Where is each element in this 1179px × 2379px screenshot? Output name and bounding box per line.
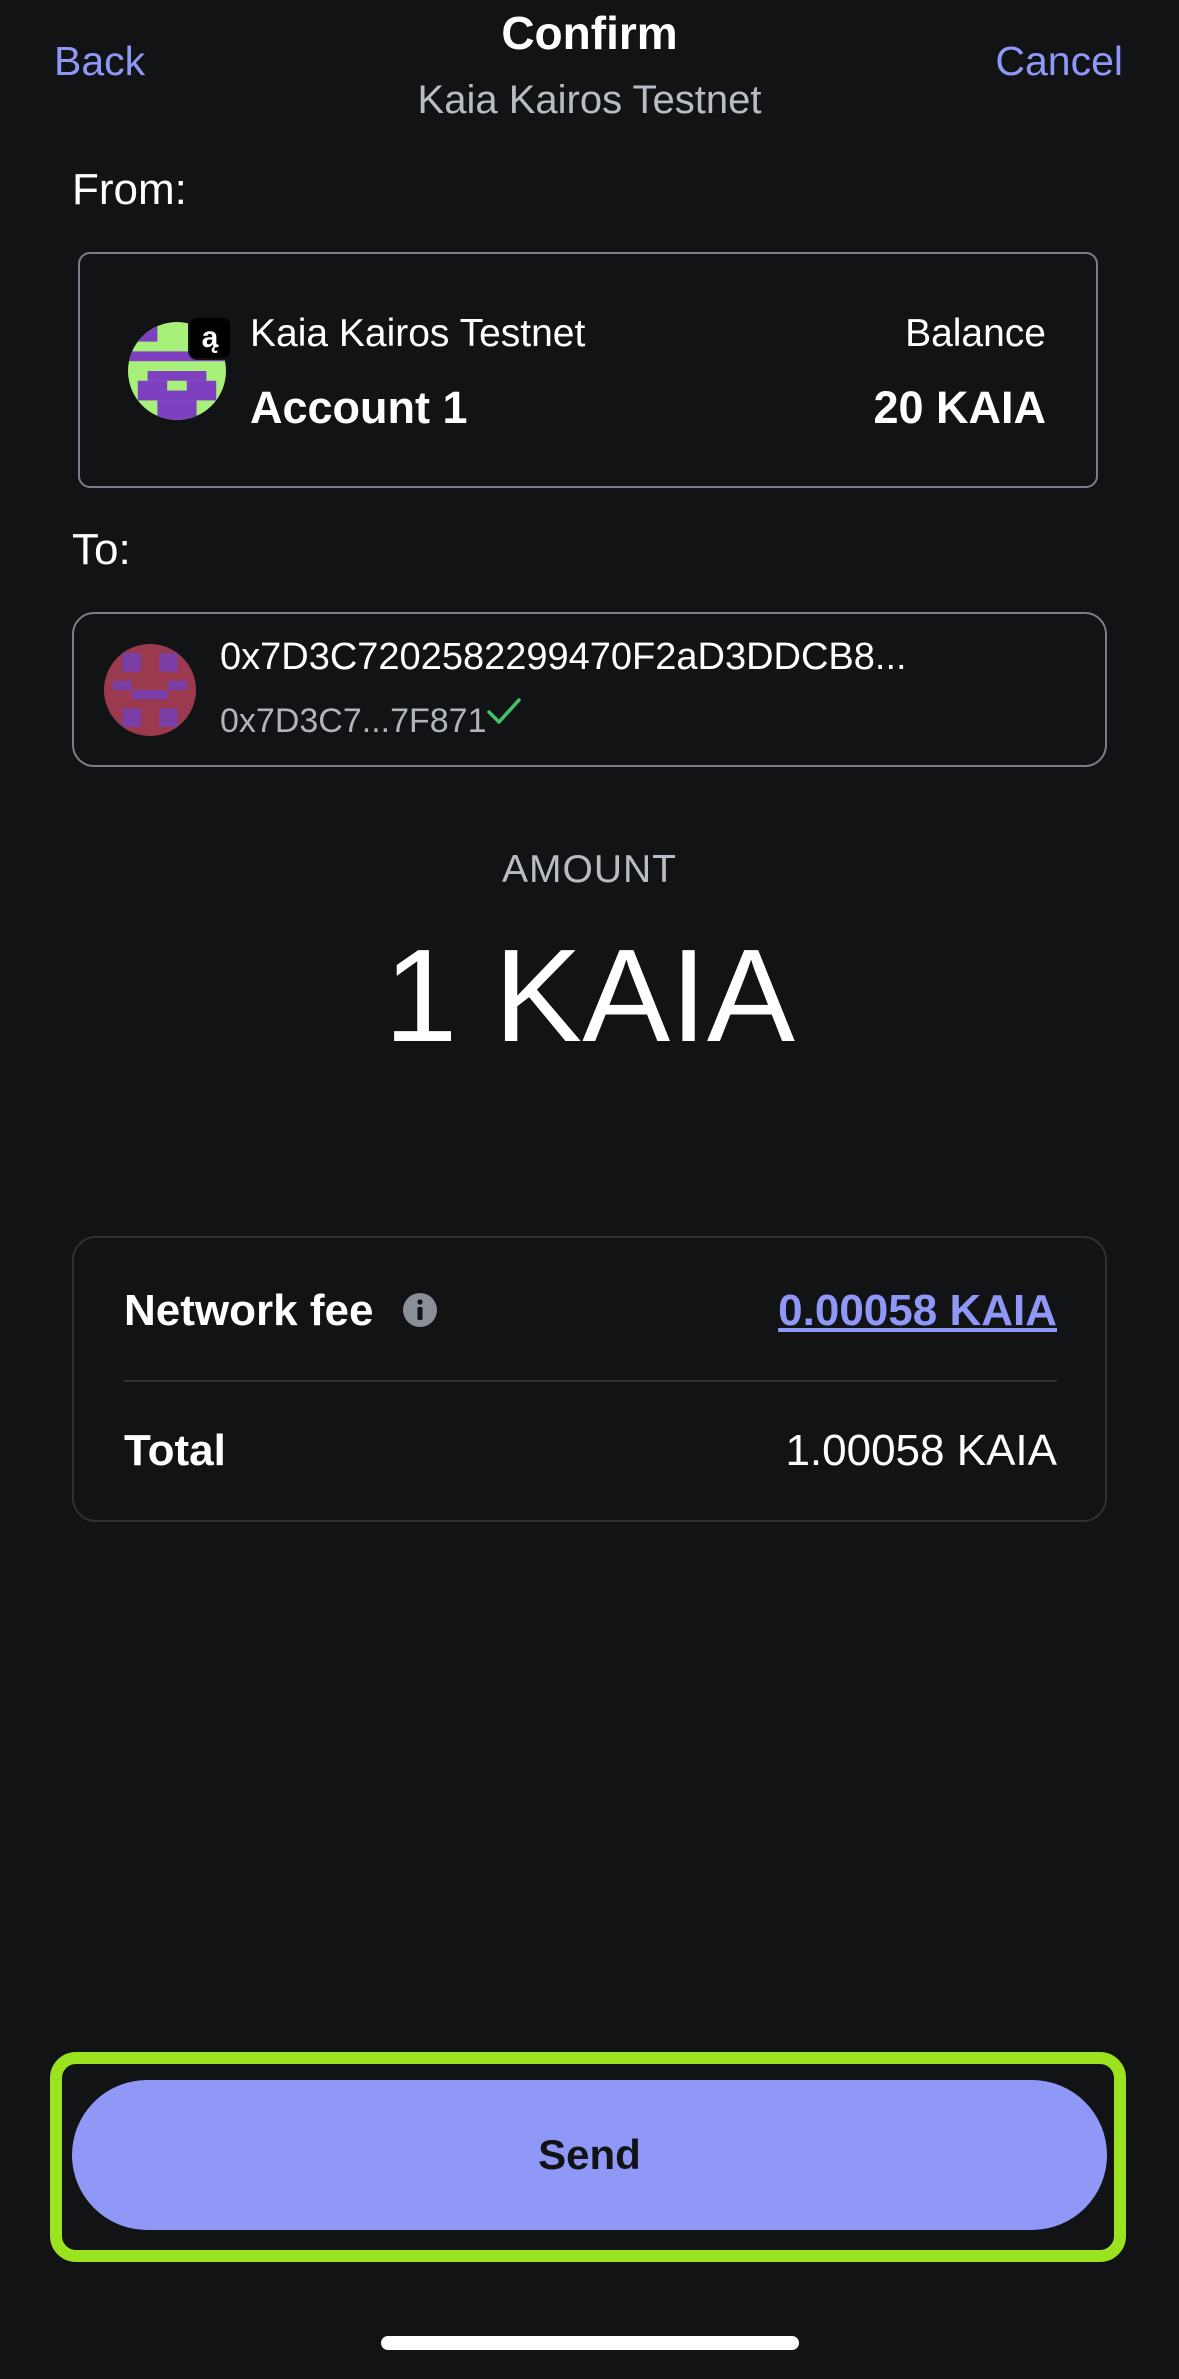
network-fee-label: Network fee — [124, 1286, 374, 1335]
cancel-button[interactable]: Cancel — [995, 38, 1123, 85]
home-indicator[interactable] — [381, 2336, 799, 2350]
from-network-name: Kaia Kairos Testnet — [250, 312, 586, 355]
divider — [124, 1380, 1057, 1382]
total-label: Total — [124, 1426, 226, 1475]
network-badge-icon: ą — [188, 316, 232, 360]
amount-value: 1 KAIA — [384, 922, 795, 1069]
network-fee-value-link[interactable]: 0.00058 KAIA — [778, 1286, 1057, 1336]
balance-value: 20 KAIA — [873, 382, 1046, 433]
balance-label: Balance — [905, 312, 1046, 355]
fee-summary-card: Network fee 0.00058 KAIA Total 1.00058 K… — [72, 1236, 1107, 1522]
recipient-short-address: 0x7D3C7...7F871 — [220, 702, 487, 740]
to-label: To: — [72, 525, 131, 574]
from-account-card: ą Kaia Kairos Testnet Account 1 Balance … — [78, 252, 1098, 488]
verified-check-icon — [487, 698, 521, 724]
recipient-avatar-icon — [104, 644, 196, 736]
from-label: From: — [72, 165, 187, 214]
send-button[interactable]: Send — [72, 2080, 1107, 2230]
total-value: 1.00058 KAIA — [785, 1426, 1057, 1475]
from-account-name: Account 1 — [250, 382, 468, 433]
info-icon[interactable] — [402, 1292, 438, 1328]
amount-label: AMOUNT — [502, 848, 677, 891]
recipient-address: 0x7D3C7202582299470F2aD3DDCB8... — [220, 636, 907, 678]
recipient-card[interactable]: 0x7D3C7202582299470F2aD3DDCB8... 0x7D3C7… — [72, 612, 1107, 767]
